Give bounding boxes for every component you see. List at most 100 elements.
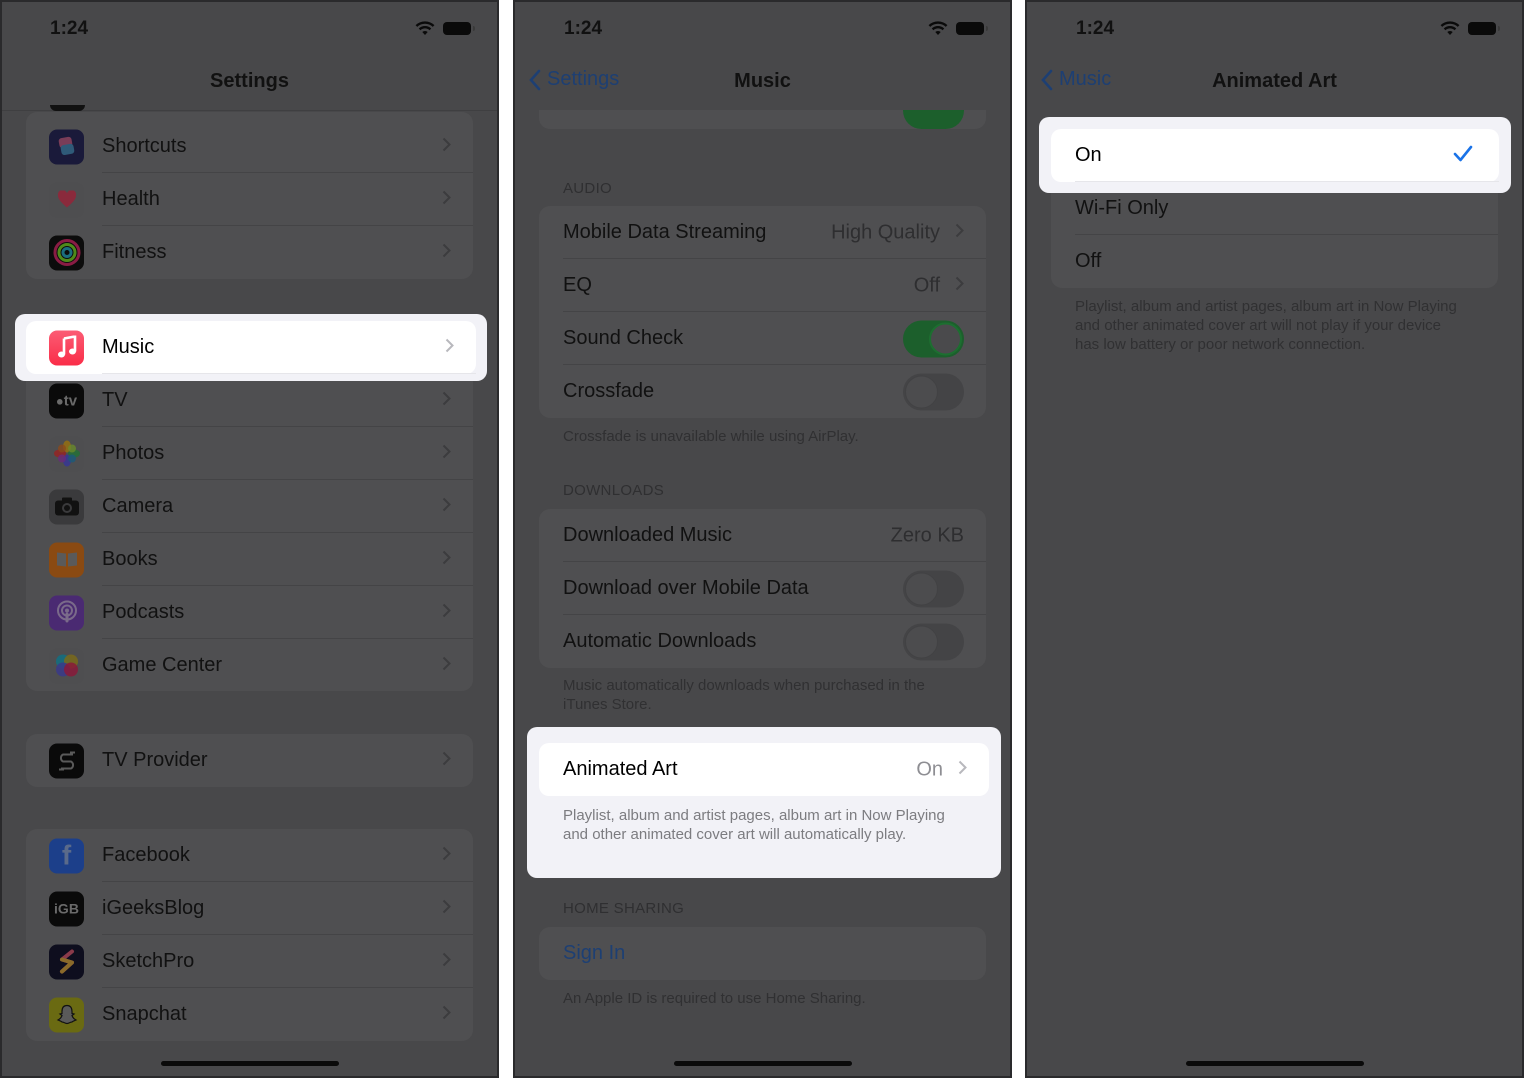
audio-footer: Crossfade is unavailable while using Air… xyxy=(563,428,859,445)
settings-item-label: Shortcuts xyxy=(102,135,187,157)
animated-art-screen: 1:24 Music Animated Art Wi-Fi Only Off O… xyxy=(1025,0,1524,1078)
animated-art-options-footer: Playlist, album and artist pages, album … xyxy=(1075,298,1457,353)
row-value: High Quality xyxy=(831,221,940,243)
sound-check-row: Sound Check xyxy=(539,312,986,365)
chevron-right-icon xyxy=(442,656,451,676)
row-label: Crossfade xyxy=(563,380,655,402)
settings-item-label: iGeeksBlog xyxy=(102,897,205,919)
settings-item-label: TV xyxy=(102,389,128,411)
chevron-right-icon xyxy=(442,550,451,570)
checkmark-icon xyxy=(1453,145,1473,167)
settings-group-3: TV Provider xyxy=(26,734,473,787)
tv-provider-icon xyxy=(49,743,84,778)
settings-group-4: f Facebook iGB iGeeksBlog SketchPro Snap… xyxy=(26,829,473,1041)
animated-art-highlight: Animated Art On Playlist, album and arti… xyxy=(527,727,1001,878)
audio-group: Mobile Data Streaming High Quality EQ Of… xyxy=(539,206,986,418)
chevron-right-icon xyxy=(955,223,964,243)
chevron-right-icon xyxy=(445,338,454,358)
settings-item-igeeksblog[interactable]: iGB iGeeksBlog xyxy=(26,882,473,935)
chevron-right-icon xyxy=(442,444,451,464)
option-label: Off xyxy=(1075,250,1102,272)
status-time: 1:24 xyxy=(50,18,89,39)
settings-item-sketchpro[interactable]: SketchPro xyxy=(26,935,473,988)
settings-item-game-center[interactable]: Game Center xyxy=(26,639,473,691)
settings-item-music[interactable]: Music xyxy=(26,321,476,374)
wifi-icon xyxy=(1440,21,1460,36)
mobile-data-streaming-row[interactable]: Mobile Data Streaming High Quality xyxy=(539,206,986,259)
download-over-mobile-data-toggle[interactable] xyxy=(903,570,964,607)
igeeksblog-icon: iGB xyxy=(49,891,84,926)
podcasts-icon xyxy=(49,595,84,630)
books-icon xyxy=(49,542,84,577)
settings-item-label: Books xyxy=(102,548,158,570)
music-highlight: Music xyxy=(15,314,487,381)
section-header-downloads: DOWNLOADS xyxy=(563,482,665,499)
settings-item-label: Snapchat xyxy=(102,1003,187,1025)
section-header-home-sharing: HOME SHARING xyxy=(563,900,685,917)
home-indicator xyxy=(673,1061,852,1066)
settings-item-fitness[interactable]: Fitness xyxy=(26,226,473,279)
settings-item-snapchat[interactable]: Snapchat xyxy=(26,988,473,1041)
row-label: Mobile Data Streaming xyxy=(563,221,767,243)
settings-item-shortcuts[interactable]: Shortcuts xyxy=(26,120,473,173)
option-on-highlight: On xyxy=(1039,117,1511,193)
status-icons xyxy=(415,21,475,36)
settings-item-camera[interactable]: Camera xyxy=(26,480,473,533)
chevron-right-icon xyxy=(442,1005,451,1025)
downloaded-music-row[interactable]: Downloaded Music Zero KB xyxy=(539,509,986,562)
settings-item-tv-provider[interactable]: TV Provider xyxy=(26,734,473,787)
shortcuts-icon xyxy=(49,129,84,164)
page-title: Settings xyxy=(210,70,289,92)
crossfade-toggle[interactable] xyxy=(903,373,964,410)
chevron-right-icon xyxy=(955,276,964,296)
page-title: Music xyxy=(734,70,791,92)
chevron-right-icon xyxy=(442,190,451,210)
page-title: Animated Art xyxy=(1212,70,1337,92)
row-value: Zero KB xyxy=(890,524,964,546)
chevron-right-icon xyxy=(442,391,451,411)
tv-icon: ● tv xyxy=(49,383,84,418)
chevron-right-icon xyxy=(958,760,967,780)
settings-item-photos[interactable]: Photos xyxy=(26,427,473,480)
chevron-right-icon xyxy=(442,899,451,919)
partial-app-icon xyxy=(50,105,85,111)
row-label: Automatic Downloads xyxy=(563,630,757,652)
settings-item-label: Game Center xyxy=(102,654,223,676)
row-label: Animated Art xyxy=(563,758,678,780)
chevron-right-icon xyxy=(442,846,451,866)
eq-row[interactable]: EQ Off xyxy=(539,259,986,312)
sign-in-label: Sign In xyxy=(563,942,626,964)
option-label: Wi-Fi Only xyxy=(1075,197,1169,219)
option-on[interactable]: On xyxy=(1051,129,1499,182)
settings-item-books[interactable]: Books xyxy=(26,533,473,586)
status-icons xyxy=(928,21,988,36)
download-over-mobile-data-row: Download over Mobile Data xyxy=(539,562,986,615)
downloads-group: Downloaded Music Zero KB Download over M… xyxy=(539,509,986,668)
settings-item-facebook[interactable]: f Facebook xyxy=(26,829,473,882)
status-time: 1:24 xyxy=(564,18,603,39)
row-label: EQ xyxy=(563,274,592,296)
settings-item-tv[interactable]: ● tv TV xyxy=(26,374,473,427)
chevron-right-icon xyxy=(442,751,451,771)
snapchat-icon xyxy=(49,997,84,1032)
settings-item-health[interactable]: Health xyxy=(26,173,473,226)
sign-in-button[interactable]: Sign In xyxy=(539,927,986,980)
animated-art-row[interactable]: Animated Art On xyxy=(539,743,989,796)
home-sharing-footer: An Apple ID is required to use Home Shar… xyxy=(563,990,866,1007)
settings-item-label: Camera xyxy=(102,495,174,517)
settings-screen: 1:24 Settings Shortcuts Health Fitness ●… xyxy=(0,0,499,1078)
option-off[interactable]: Off xyxy=(1051,235,1498,288)
settings-item-podcasts[interactable]: Podcasts xyxy=(26,586,473,639)
settings-item-label: Music xyxy=(102,336,155,358)
settings-item-label: SketchPro xyxy=(102,950,195,972)
animated-art-footer: Playlist, album and artist pages, album … xyxy=(563,807,945,843)
settings-item-label: Fitness xyxy=(102,241,167,263)
camera-icon xyxy=(49,489,84,524)
automatic-downloads-toggle[interactable] xyxy=(903,623,964,660)
wifi-icon xyxy=(415,21,435,36)
chevron-right-icon xyxy=(442,497,451,517)
sound-check-toggle[interactable] xyxy=(903,320,964,357)
health-icon xyxy=(49,182,84,217)
battery-icon xyxy=(443,22,475,35)
music-icon xyxy=(49,330,84,365)
